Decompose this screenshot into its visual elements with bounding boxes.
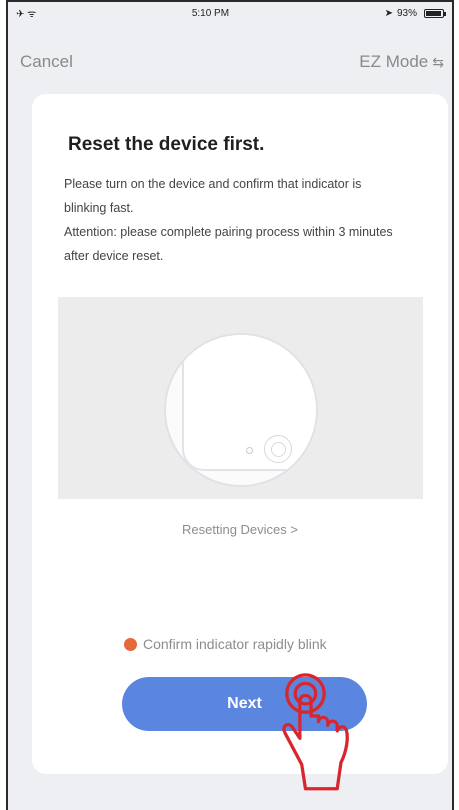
status-left: ✈ ᯤ	[16, 6, 36, 20]
status-bar: ✈ ᯤ 5:10 PM ➤ 93%	[8, 2, 452, 24]
cancel-button[interactable]: Cancel	[20, 52, 73, 72]
confirm-checkbox[interactable]: Confirm indicator rapidly blink	[124, 636, 327, 652]
airplane-wifi-icon: ✈ ᯤ	[16, 9, 37, 20]
power-button-icon	[264, 435, 292, 463]
ez-mode-label: EZ Mode	[359, 52, 429, 71]
swap-arrows-icon: ⇆	[432, 53, 444, 70]
confirm-radio-icon	[124, 637, 137, 651]
phone-screen: ✈ ᯤ 5:10 PM ➤ 93% Cancel EZ Mode ⇆ Reset…	[6, 0, 454, 810]
tap-rings-icon	[285, 673, 326, 714]
device-panel	[182, 335, 316, 471]
location-icon: ➤	[384, 7, 393, 19]
nav-bar: Cancel EZ Mode ⇆	[8, 44, 452, 80]
ez-mode-button[interactable]: EZ Mode ⇆	[359, 52, 444, 72]
confirm-label: Confirm indicator rapidly blink	[143, 636, 327, 652]
status-right: ➤ 93%	[384, 7, 446, 19]
status-time: 5:10 PM	[191, 7, 230, 19]
reset-card: Reset the device first. Please turn on t…	[32, 94, 448, 774]
battery-icon	[423, 8, 446, 18]
indicator-led-icon	[246, 447, 253, 454]
bottom-strip	[8, 774, 452, 810]
device-image	[164, 333, 318, 487]
resetting-devices-link[interactable]: Resetting Devices >	[32, 522, 448, 537]
battery-percent: 93%	[396, 7, 417, 19]
instruction-line-1: Please turn on the device and confirm th…	[64, 177, 362, 215]
device-illustration	[58, 297, 423, 499]
page-title: Reset the device first.	[68, 134, 265, 155]
instructions: Please turn on the device and confirm th…	[64, 172, 404, 268]
tap-gesture-overlay	[282, 673, 349, 791]
instruction-line-2: Attention: please complete pairing proce…	[64, 225, 393, 263]
